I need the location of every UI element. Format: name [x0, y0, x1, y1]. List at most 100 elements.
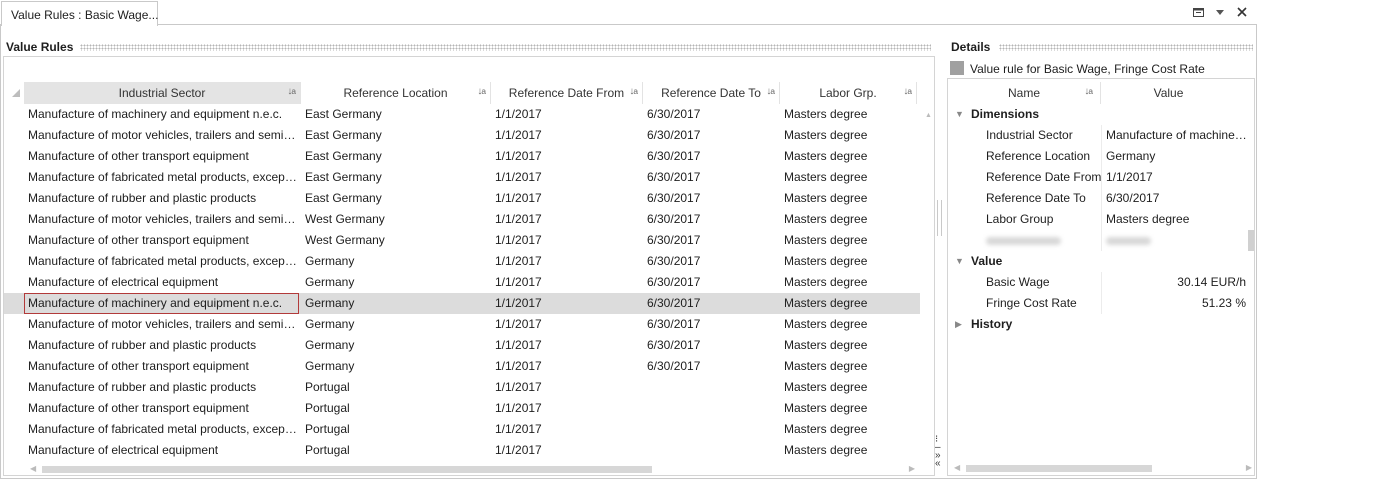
cell-reference-date-from[interactable]: 1/1/2017	[491, 419, 641, 440]
cell-reference-date-to[interactable]	[643, 377, 778, 398]
cell-labor-group[interactable]: Masters degree	[780, 398, 915, 419]
cell-industrial-sector[interactable]: Manufacture of other transport equipment	[24, 146, 299, 167]
sort-icon[interactable]: ↓a	[287, 86, 296, 97]
table-row[interactable]: Manufacture of rubber and plastic produc…	[4, 335, 920, 356]
cell-labor-group[interactable]: Masters degree	[780, 125, 915, 146]
table-row[interactable]: Manufacture of motor vehicles, trailers …	[4, 314, 920, 335]
scrollbar-thumb[interactable]	[42, 466, 652, 473]
cell-reference-date-from[interactable]: 1/1/2017	[491, 146, 641, 167]
cell-reference-date-to[interactable]: 6/30/2017	[643, 314, 778, 335]
cell-labor-group[interactable]: Masters degree	[780, 440, 915, 461]
column-header-reference-date-from[interactable]: Reference Date From ↓a	[491, 82, 643, 104]
cell-reference-date-to[interactable]: 6/30/2017	[643, 293, 778, 314]
cell-industrial-sector[interactable]: Manufacture of electrical equipment	[24, 440, 299, 461]
column-header-name[interactable]: Name ↓a	[948, 82, 1101, 104]
cell-reference-location[interactable]: West Germany	[301, 230, 489, 251]
table-row[interactable]: Manufacture of machinery and equipment n…	[4, 104, 920, 125]
collapse-left-icon[interactable]: «	[935, 459, 941, 469]
cell-reference-location[interactable]: Germany	[301, 314, 489, 335]
column-header-reference-date-to[interactable]: Reference Date To ↓a	[643, 82, 780, 104]
cell-reference-date-from[interactable]: 1/1/2017	[491, 377, 641, 398]
cell-reference-date-to[interactable]: 6/30/2017	[643, 230, 778, 251]
cell-industrial-sector[interactable]: Manufacture of other transport equipment	[24, 398, 299, 419]
table-row[interactable]: Manufacture of electrical equipment Portu…	[4, 440, 920, 461]
property-value[interactable]: Masters degree	[1106, 209, 1248, 230]
cell-industrial-sector[interactable]: Manufacture of fabricated metal products…	[24, 251, 299, 272]
cell-reference-location[interactable]: Germany	[301, 251, 489, 272]
cell-reference-location[interactable]: Portugal	[301, 377, 489, 398]
chevron-down-icon[interactable]	[1211, 4, 1229, 20]
cell-industrial-sector[interactable]: Manufacture of rubber and plastic produc…	[24, 188, 299, 209]
group-dimensions[interactable]: ▼ Dimensions	[948, 104, 1254, 125]
column-header-value[interactable]: Value	[1101, 82, 1236, 104]
cell-labor-group[interactable]: Masters degree	[780, 146, 915, 167]
expanded-triangle-icon[interactable]: ▼	[955, 109, 964, 119]
sort-icon[interactable]: ↓a	[1084, 86, 1093, 97]
panel-splitter[interactable]: ⁝ – » «	[934, 200, 944, 469]
column-header-labor-group[interactable]: Labor Grp. ↓a	[780, 82, 917, 104]
table-row[interactable]: Manufacture of fabricated metal products…	[4, 251, 920, 272]
cell-reference-date-from[interactable]: 1/1/2017	[491, 356, 641, 377]
cell-reference-location[interactable]: Germany	[301, 272, 489, 293]
cell-labor-group[interactable]: Masters degree	[780, 419, 915, 440]
cell-reference-date-to[interactable]: 6/30/2017	[643, 356, 778, 377]
cell-reference-location[interactable]: East Germany	[301, 188, 489, 209]
cell-industrial-sector[interactable]: Manufacture of motor vehicles, trailers …	[24, 125, 299, 146]
property-row[interactable]: Basic Wage 30.14 EUR/h	[948, 272, 1254, 293]
table-row[interactable]: Manufacture of other transport equipment…	[4, 356, 920, 377]
cell-reference-date-from[interactable]: 1/1/2017	[491, 125, 641, 146]
cell-reference-date-to[interactable]: 6/30/2017	[643, 167, 778, 188]
property-value[interactable]: 1/1/2017	[1106, 167, 1248, 188]
property-row[interactable]: Fringe Cost Rate 51.23 %	[948, 293, 1254, 314]
horizontal-scrollbar[interactable]: ◀ ▶	[24, 463, 919, 475]
table-row[interactable]: Manufacture of motor vehicles, trailers …	[4, 209, 920, 230]
cell-reference-date-to[interactable]: 6/30/2017	[643, 209, 778, 230]
cell-reference-date-to[interactable]	[643, 398, 778, 419]
cell-industrial-sector[interactable]: Manufacture of fabricated metal products…	[24, 419, 299, 440]
collapsed-triangle-icon[interactable]: ▶	[955, 319, 962, 330]
cell-industrial-sector[interactable]: Manufacture of other transport equipment	[24, 356, 299, 377]
cell-industrial-sector[interactable]: Manufacture of rubber and plastic produc…	[24, 377, 299, 398]
cell-reference-date-from[interactable]: 1/1/2017	[491, 251, 641, 272]
property-row[interactable]: Reference Date To 6/30/2017	[948, 188, 1254, 209]
property-value[interactable]: 6/30/2017	[1106, 188, 1248, 209]
property-row[interactable]: Reference Location Germany	[948, 146, 1254, 167]
property-value[interactable]: 30.14 EUR/h	[1177, 272, 1246, 293]
cell-reference-date-from[interactable]: 1/1/2017	[491, 293, 641, 314]
sort-icon[interactable]: ↓a	[477, 86, 486, 97]
property-value[interactable]: Manufacture of machinery and equipment n…	[1106, 125, 1248, 146]
scroll-up-icon[interactable]: ▲	[925, 112, 932, 119]
column-header-reference-location[interactable]: Reference Location ↓a	[301, 82, 491, 104]
table-row[interactable]: Manufacture of motor vehicles, trailers …	[4, 125, 920, 146]
cell-reference-date-from[interactable]: 1/1/2017	[491, 314, 641, 335]
property-value[interactable]: 51.23 %	[1202, 293, 1246, 314]
table-row[interactable]: Manufacture of machinery and equipment n…	[4, 293, 920, 314]
table-row[interactable]: Manufacture of electrical equipment Germa…	[4, 272, 920, 293]
cell-reference-date-to[interactable]: 6/30/2017	[643, 272, 778, 293]
cell-reference-location[interactable]: Germany	[301, 293, 489, 314]
cell-labor-group[interactable]: Masters degree	[780, 356, 915, 377]
table-row[interactable]: Manufacture of rubber and plastic produc…	[4, 377, 920, 398]
cell-labor-group[interactable]: Masters degree	[780, 209, 915, 230]
column-header-industrial-sector[interactable]: Industrial Sector ↓a	[24, 82, 301, 104]
cell-reference-date-to[interactable]: 6/30/2017	[643, 251, 778, 272]
cell-industrial-sector[interactable]: Manufacture of electrical equipment	[24, 272, 299, 293]
cell-reference-location[interactable]: East Germany	[301, 104, 489, 125]
window-menu-icon[interactable]	[1189, 4, 1207, 20]
table-row[interactable]: Manufacture of fabricated metal products…	[4, 167, 920, 188]
group-value[interactable]: ▼ Value	[948, 251, 1254, 272]
tab-value-rules[interactable]: Value Rules : Basic Wage...	[1, 1, 158, 26]
cell-reference-date-to[interactable]: 6/30/2017	[643, 125, 778, 146]
cell-industrial-sector[interactable]: Manufacture of rubber and plastic produc…	[24, 335, 299, 356]
cell-labor-group[interactable]: Masters degree	[780, 104, 915, 125]
group-history[interactable]: ▶ History	[948, 314, 1254, 335]
cell-reference-date-to[interactable]: 6/30/2017	[643, 146, 778, 167]
table-row[interactable]: Manufacture of other transport equipment…	[4, 398, 920, 419]
cell-reference-date-from[interactable]: 1/1/2017	[491, 440, 641, 461]
cell-labor-group[interactable]: Masters degree	[780, 167, 915, 188]
cell-reference-date-from[interactable]: 1/1/2017	[491, 167, 641, 188]
cell-reference-date-from[interactable]: 1/1/2017	[491, 398, 641, 419]
cell-labor-group[interactable]: Masters degree	[780, 293, 915, 314]
cell-reference-location[interactable]: West Germany	[301, 209, 489, 230]
details-horizontal-scrollbar[interactable]: ◀ ▶	[954, 462, 1252, 475]
